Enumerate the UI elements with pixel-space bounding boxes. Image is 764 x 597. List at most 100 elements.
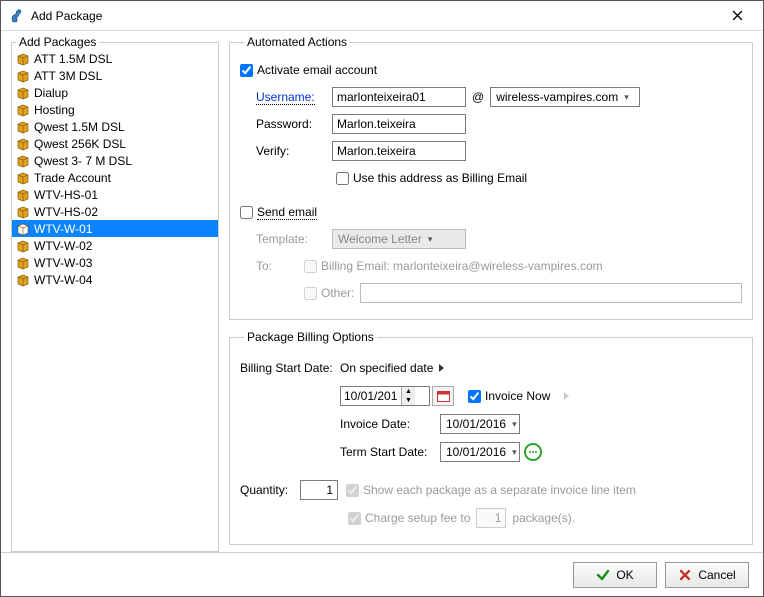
verify-input[interactable] [332,141,466,161]
date-spinner[interactable]: ▲▼ [401,387,415,405]
check-icon [596,568,610,582]
package-icon [16,120,30,134]
ok-button[interactable]: OK [573,562,657,588]
term-start-date-label: Term Start Date: [340,445,440,459]
template-label: Template: [256,232,332,246]
to-billing-email-checkbox [304,260,317,273]
package-item-label: Qwest 256K DSL [34,137,126,151]
billing-start-date-label: Billing Start Date: [240,361,340,375]
invoice-date-select[interactable]: 10/01/2016 ▾ [440,414,520,434]
to-label: To: [256,259,304,273]
package-icon [16,188,30,202]
package-item[interactable]: Qwest 1.5M DSL [12,118,218,135]
activate-email-label: Activate email account [257,63,377,77]
package-icon [16,103,30,117]
package-item[interactable]: WTV-W-01 [12,220,218,237]
quantity-label: Quantity: [240,483,300,497]
package-item[interactable]: WTV-W-03 [12,254,218,271]
package-item[interactable]: WTV-HS-01 [12,186,218,203]
quantity-input[interactable] [300,480,338,500]
package-item-label: WTV-W-03 [34,256,92,270]
package-item-label: Dialup [34,86,68,100]
template-select[interactable]: Welcome Letter ▾ [332,229,466,249]
add-package-dialog: Add Package Add Packages ATT 1.5M DSL AT… [0,0,764,597]
charge-setup-post: package(s). [512,511,575,525]
app-icon [9,8,25,24]
username-input[interactable] [332,87,466,107]
password-label: Password: [256,117,332,131]
package-item-label: Hosting [34,103,75,117]
domain-select[interactable]: wireless-vampires.com ▾ [490,87,640,107]
package-icon [16,205,30,219]
package-item-label: ATT 1.5M DSL [34,52,112,66]
username-label: Username: [256,90,332,104]
activate-email-checkbox[interactable] [240,64,253,77]
invoice-now-label: Invoice Now [485,389,550,403]
chevron-down-icon: ▾ [512,447,517,458]
charge-setup-checkbox [348,512,361,525]
billing-start-mode[interactable]: On specified date [340,361,433,375]
send-email-checkbox[interactable] [240,206,253,219]
package-icon [16,154,30,168]
other-label: Other: [321,286,354,300]
at-symbol: @ [472,90,484,104]
package-billing-options-group: Package Billing Options Billing Start Da… [229,330,753,545]
automated-actions-legend: Automated Actions [244,35,350,49]
highlight-ring-icon [524,443,542,461]
invoice-date-label: Invoice Date: [340,417,440,431]
billing-email-value: marlonteixeira@wireless-vampires.com [393,259,603,273]
chevron-down-icon: ▾ [624,92,629,103]
expand-arrow-icon[interactable] [564,392,569,400]
window-close-button[interactable] [717,4,757,28]
package-item[interactable]: Trade Account [12,169,218,186]
chevron-down-icon: ▾ [428,234,433,245]
package-item-label: WTV-HS-01 [34,188,98,202]
package-item[interactable]: WTV-W-04 [12,271,218,288]
show-each-checkbox [346,484,359,497]
package-item[interactable]: WTV-HS-02 [12,203,218,220]
package-item[interactable]: ATT 3M DSL [12,67,218,84]
automated-actions-group: Automated Actions Activate email account… [229,35,753,320]
package-icon [16,273,30,287]
to-other-checkbox [304,287,317,300]
package-item-label: WTV-HS-02 [34,205,98,219]
package-item-label: Qwest 1.5M DSL [34,120,125,134]
package-list[interactable]: ATT 1.5M DSL ATT 3M DSL Dialup Hosting Q… [12,49,218,539]
package-item-label: WTV-W-04 [34,273,92,287]
package-item-label: WTV-W-01 [34,222,92,236]
use-as-billing-label: Use this address as Billing Email [353,171,527,185]
package-item[interactable]: Qwest 256K DSL [12,135,218,152]
charge-setup-pre: Charge setup fee to [365,511,470,525]
package-billing-options-legend: Package Billing Options [244,330,377,344]
add-packages-group: Add Packages ATT 1.5M DSL ATT 3M DSL Dia… [11,35,219,552]
billing-start-date-input[interactable]: ▲▼ [340,386,430,406]
package-item[interactable]: WTV-W-02 [12,237,218,254]
show-each-label: Show each package as a separate invoice … [363,483,636,497]
cancel-button[interactable]: Cancel [665,562,749,588]
package-item[interactable]: Hosting [12,101,218,118]
package-icon [16,256,30,270]
term-start-date-select[interactable]: 10/01/2016 ▾ [440,442,520,462]
verify-label: Verify: [256,144,332,158]
invoice-now-checkbox[interactable] [468,390,481,403]
package-icon [16,86,30,100]
package-item[interactable]: Qwest 3- 7 M DSL [12,152,218,169]
package-item-label: ATT 3M DSL [34,69,102,83]
use-as-billing-checkbox[interactable] [336,172,349,185]
package-item-label: Qwest 3- 7 M DSL [34,154,132,168]
package-icon [16,69,30,83]
package-item-label: Trade Account [34,171,111,185]
billing-email-label: Billing Email: [321,259,390,273]
password-input[interactable] [332,114,466,134]
dialog-footer: OK Cancel [1,552,763,596]
send-email-label[interactable]: Send email [257,205,317,220]
package-icon [16,137,30,151]
chevron-down-icon: ▾ [512,419,517,430]
package-icon [16,239,30,253]
expand-arrow-icon[interactable] [439,364,444,372]
package-item[interactable]: ATT 1.5M DSL [12,50,218,67]
package-icon [16,171,30,185]
package-item[interactable]: Dialup [12,84,218,101]
package-item-label: WTV-W-02 [34,239,92,253]
calendar-button[interactable] [432,386,454,406]
